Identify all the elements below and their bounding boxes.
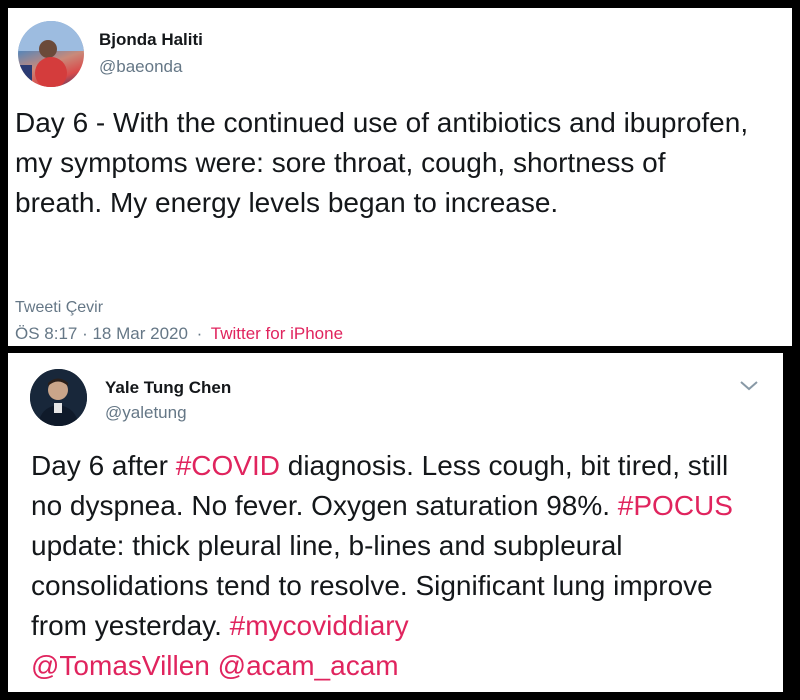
- tweet-text: Day 6 after #COVID diagnosis. Less cough…: [31, 446, 751, 686]
- mention-acam-acam[interactable]: @acam_acam: [218, 650, 399, 681]
- author-name[interactable]: Yale Tung Chen: [105, 378, 231, 398]
- translate-tweet-link[interactable]: Tweeti Çevir: [15, 299, 103, 317]
- hashtag-covid[interactable]: #COVID: [176, 450, 280, 481]
- author-handle[interactable]: @yaletung: [105, 403, 187, 423]
- avatar-bjonda-haliti[interactable]: [18, 21, 84, 87]
- tweet-text: Day 6 - With the continued use of antibi…: [15, 107, 749, 218]
- hashtag-pocus[interactable]: #POCUS: [618, 490, 733, 521]
- author-handle[interactable]: @baeonda: [99, 57, 182, 77]
- tweet-meta-row: ÖS 8:17 · 18 Mar 2020 · Twitter for iPho…: [15, 324, 343, 344]
- mention-tomasvillen[interactable]: @TomasVillen: [31, 650, 210, 681]
- hashtag-mycoviddiary[interactable]: #mycoviddiary: [230, 610, 409, 641]
- meta-separator: ·: [196, 324, 203, 343]
- tweet-card-yaletung: Yale Tung Chen @yaletung Day 6 after #CO…: [8, 353, 783, 692]
- avatar-yale-tung-chen[interactable]: [30, 369, 87, 426]
- text-space: [210, 650, 218, 681]
- author-name[interactable]: Bjonda Haliti: [99, 30, 203, 50]
- tweet-timestamp[interactable]: ÖS 8:17 · 18 Mar 2020: [15, 324, 188, 343]
- text-part: Day 6 after: [31, 450, 176, 481]
- tweet-card-baeonda: Bjonda Haliti @baeonda Day 6 - With the …: [8, 8, 792, 346]
- tweet-source-link[interactable]: Twitter for iPhone: [211, 324, 343, 343]
- chevron-down-icon[interactable]: [738, 379, 760, 393]
